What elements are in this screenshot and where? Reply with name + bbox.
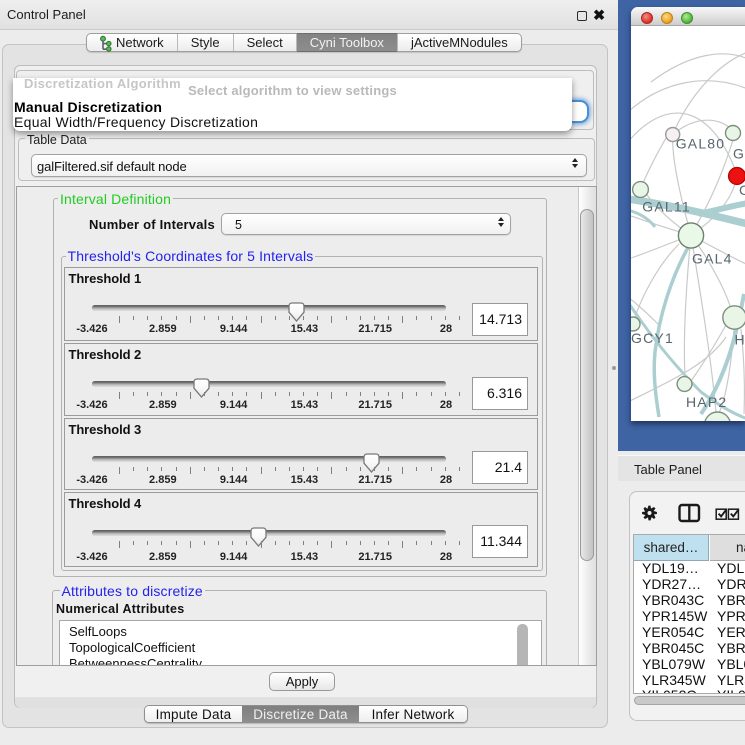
svg-text:HAP2: HAP2 — [686, 394, 727, 410]
svg-text:GCY1: GCY1 — [631, 330, 674, 346]
svg-text:GAL11: GAL11 — [642, 199, 691, 215]
svg-text:H: H — [735, 332, 745, 348]
svg-text:C: C — [739, 182, 745, 198]
svg-text:GAL80: GAL80 — [676, 136, 726, 152]
svg-text:GA: GA — [733, 146, 745, 162]
svg-text:GAL4: GAL4 — [692, 251, 733, 267]
